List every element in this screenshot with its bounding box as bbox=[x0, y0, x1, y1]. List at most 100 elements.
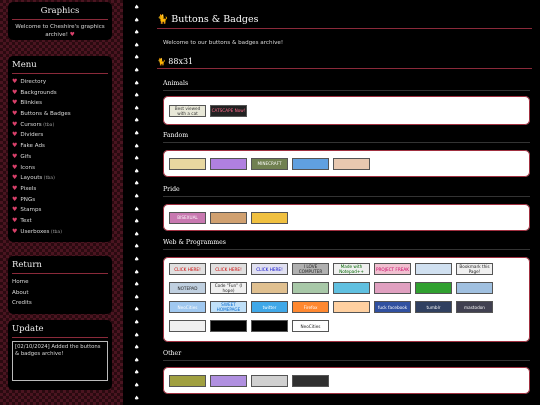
menu-item-label: Userboxes bbox=[20, 228, 50, 235]
badge-88x31[interactable] bbox=[169, 157, 206, 170]
spade-icon: ♠ bbox=[134, 92, 140, 100]
spade-icon: ♠ bbox=[134, 243, 140, 251]
badge-88x31[interactable] bbox=[210, 157, 247, 170]
heart-icon: ♥ bbox=[12, 216, 18, 224]
menu-item[interactable]: ♥ Cursors (tba) bbox=[12, 120, 108, 131]
welcome-text: Welcome to Cheshire's graphics archive! … bbox=[15, 24, 105, 38]
badge-88x31[interactable]: NeoCities bbox=[292, 320, 329, 332]
section-label: Other bbox=[163, 350, 182, 357]
badge-88x31[interactable] bbox=[251, 320, 288, 332]
return-link[interactable]: Home bbox=[12, 277, 108, 288]
return-title: Return bbox=[12, 259, 108, 274]
menu-item-note: (tba) bbox=[42, 176, 55, 182]
page-welcome: Welcome to our buttons & badges archive! bbox=[163, 40, 284, 46]
badge-88x31[interactable]: CLICK HERE! bbox=[169, 263, 206, 275]
badge-88x31[interactable]: NeoCities bbox=[169, 301, 206, 313]
badge-88x31[interactable]: MINECRAFT bbox=[251, 157, 288, 170]
badge-88x31[interactable]: Code "Fun" (I hope) bbox=[210, 282, 247, 294]
badge-88x31[interactable]: SWEET HOMEPAGE bbox=[210, 301, 247, 313]
badge-88x31[interactable]: I LOVE COMPUTER bbox=[292, 263, 329, 275]
badge-88x31[interactable] bbox=[169, 320, 206, 332]
heart-icon: ♥ bbox=[12, 99, 18, 107]
spade-icon: ♠ bbox=[134, 130, 140, 137]
menu-item-note: (tba) bbox=[49, 229, 63, 235]
badge-88x31[interactable] bbox=[415, 263, 452, 275]
badge-88x31[interactable] bbox=[251, 211, 288, 224]
page-title: 🐈 Buttons & Badges bbox=[157, 14, 532, 29]
badge-88x31[interactable]: twitter bbox=[251, 301, 288, 313]
badge-88x31[interactable]: NOTEPAD bbox=[169, 282, 206, 294]
menu-item[interactable]: ♥ Buttons & Badges bbox=[12, 109, 108, 120]
divider bbox=[163, 360, 530, 361]
spade-icon: ♠ bbox=[134, 4, 140, 11]
menu-item[interactable]: ♥ Fake Ads bbox=[12, 141, 108, 152]
section-label: Web & Programmes bbox=[163, 239, 226, 246]
spade-icon: ♠ bbox=[134, 256, 140, 263]
divider bbox=[163, 142, 530, 143]
badge-88x31[interactable]: mastodon bbox=[456, 301, 493, 313]
button-gallery bbox=[163, 367, 530, 394]
badge-88x31[interactable] bbox=[251, 282, 288, 294]
cat-icon: 🐈 bbox=[157, 58, 166, 66]
badge-88x31[interactable] bbox=[169, 374, 206, 387]
badge-88x31[interactable] bbox=[292, 157, 329, 170]
update-textbox[interactable]: [02/10/2024] Added the buttons & badges … bbox=[12, 341, 108, 381]
button-gallery: CLICK HERE! CLICK HERE! CLICK HERE! I LOVE … bbox=[163, 257, 530, 342]
badge-88x31[interactable]: CATSCAPE Now! bbox=[210, 104, 247, 117]
badge-88x31[interactable] bbox=[333, 282, 370, 294]
menu-item[interactable]: ♥ Gifs bbox=[12, 152, 108, 163]
heart-icon: ♥ bbox=[12, 174, 18, 182]
update-panel: Update [02/10/2024] Added the buttons & … bbox=[8, 320, 112, 390]
menu-item[interactable]: ♥ Blinkies bbox=[12, 98, 108, 109]
heart-icon: ♥ bbox=[12, 142, 18, 150]
badge-88x31[interactable] bbox=[251, 374, 288, 387]
button-gallery: BISEXUAL bbox=[163, 204, 530, 231]
return-link[interactable]: Credits bbox=[12, 298, 108, 309]
badge-88x31[interactable]: CLICK HERE! bbox=[210, 263, 247, 275]
menu-item[interactable]: ♥ Icons bbox=[12, 163, 108, 174]
badge-88x31[interactable] bbox=[333, 157, 370, 170]
menu-item-label: Dividers bbox=[20, 132, 44, 139]
spade-icon: ♠ bbox=[134, 167, 140, 175]
badge-88x31[interactable]: fuck facebook bbox=[374, 301, 411, 313]
badge-88x31[interactable] bbox=[456, 282, 493, 294]
divider bbox=[163, 90, 530, 91]
menu-item[interactable]: ♥ Pixels bbox=[12, 184, 108, 195]
menu-panel: Menu ♥ Directory ♥ Backgrounds ♥ Blinkies ♥ But… bbox=[8, 56, 112, 242]
spade-icon: ♠ bbox=[134, 29, 140, 37]
badge-88x31[interactable] bbox=[374, 282, 411, 294]
badge-88x31[interactable]: Bookmark this Page! bbox=[456, 263, 493, 275]
heart-icon: ♥ bbox=[12, 131, 18, 139]
menu-item[interactable]: ♥ Backgrounds bbox=[12, 88, 108, 99]
menu-item[interactable]: ♥ Text bbox=[12, 216, 108, 227]
heart-icon: ♥ bbox=[12, 110, 18, 118]
menu-item[interactable]: ♥ PNGs bbox=[12, 195, 108, 206]
sidebar: Graphics Welcome to Cheshire's graphics … bbox=[0, 0, 123, 405]
menu-item[interactable]: ♥ Stamps bbox=[12, 205, 108, 216]
badge-88x31[interactable]: Best viewed with a cat bbox=[169, 104, 206, 117]
return-list: Home About Credits bbox=[12, 277, 108, 309]
badge-88x31[interactable]: PROJECT FREAK bbox=[374, 263, 411, 275]
badge-88x31[interactable] bbox=[292, 282, 329, 294]
badge-88x31[interactable] bbox=[415, 282, 452, 294]
badge-88x31[interactable]: Firefox bbox=[292, 301, 329, 313]
badge-88x31[interactable] bbox=[210, 211, 247, 224]
badge-88x31[interactable]: Made with Notepad++ bbox=[333, 263, 370, 275]
badge-88x31[interactable] bbox=[333, 301, 370, 313]
menu-item-label: Stamps bbox=[20, 207, 42, 214]
badge-88x31[interactable]: BISEXUAL bbox=[169, 211, 206, 224]
menu-item[interactable]: ♥ Dividers bbox=[12, 130, 108, 141]
badge-88x31[interactable]: CLICK HERE! bbox=[251, 263, 288, 275]
menu-item[interactable]: ♥ Directory bbox=[12, 77, 108, 88]
section-label: Animals bbox=[163, 80, 189, 87]
badge-88x31[interactable]: tumblr bbox=[415, 301, 452, 313]
spade-icon: ♠ bbox=[134, 104, 140, 112]
return-link[interactable]: About bbox=[12, 288, 108, 299]
badge-88x31[interactable] bbox=[292, 374, 329, 387]
menu-item[interactable]: ♥ Layouts (tba) bbox=[12, 173, 108, 184]
graphics-panel: Graphics Welcome to Cheshire's graphics … bbox=[8, 2, 112, 40]
spade-icon: ♠ bbox=[134, 67, 140, 74]
badge-88x31[interactable] bbox=[210, 374, 247, 387]
menu-item[interactable]: ♥ Userboxes (tba) bbox=[12, 227, 108, 238]
badge-88x31[interactable] bbox=[210, 320, 247, 332]
